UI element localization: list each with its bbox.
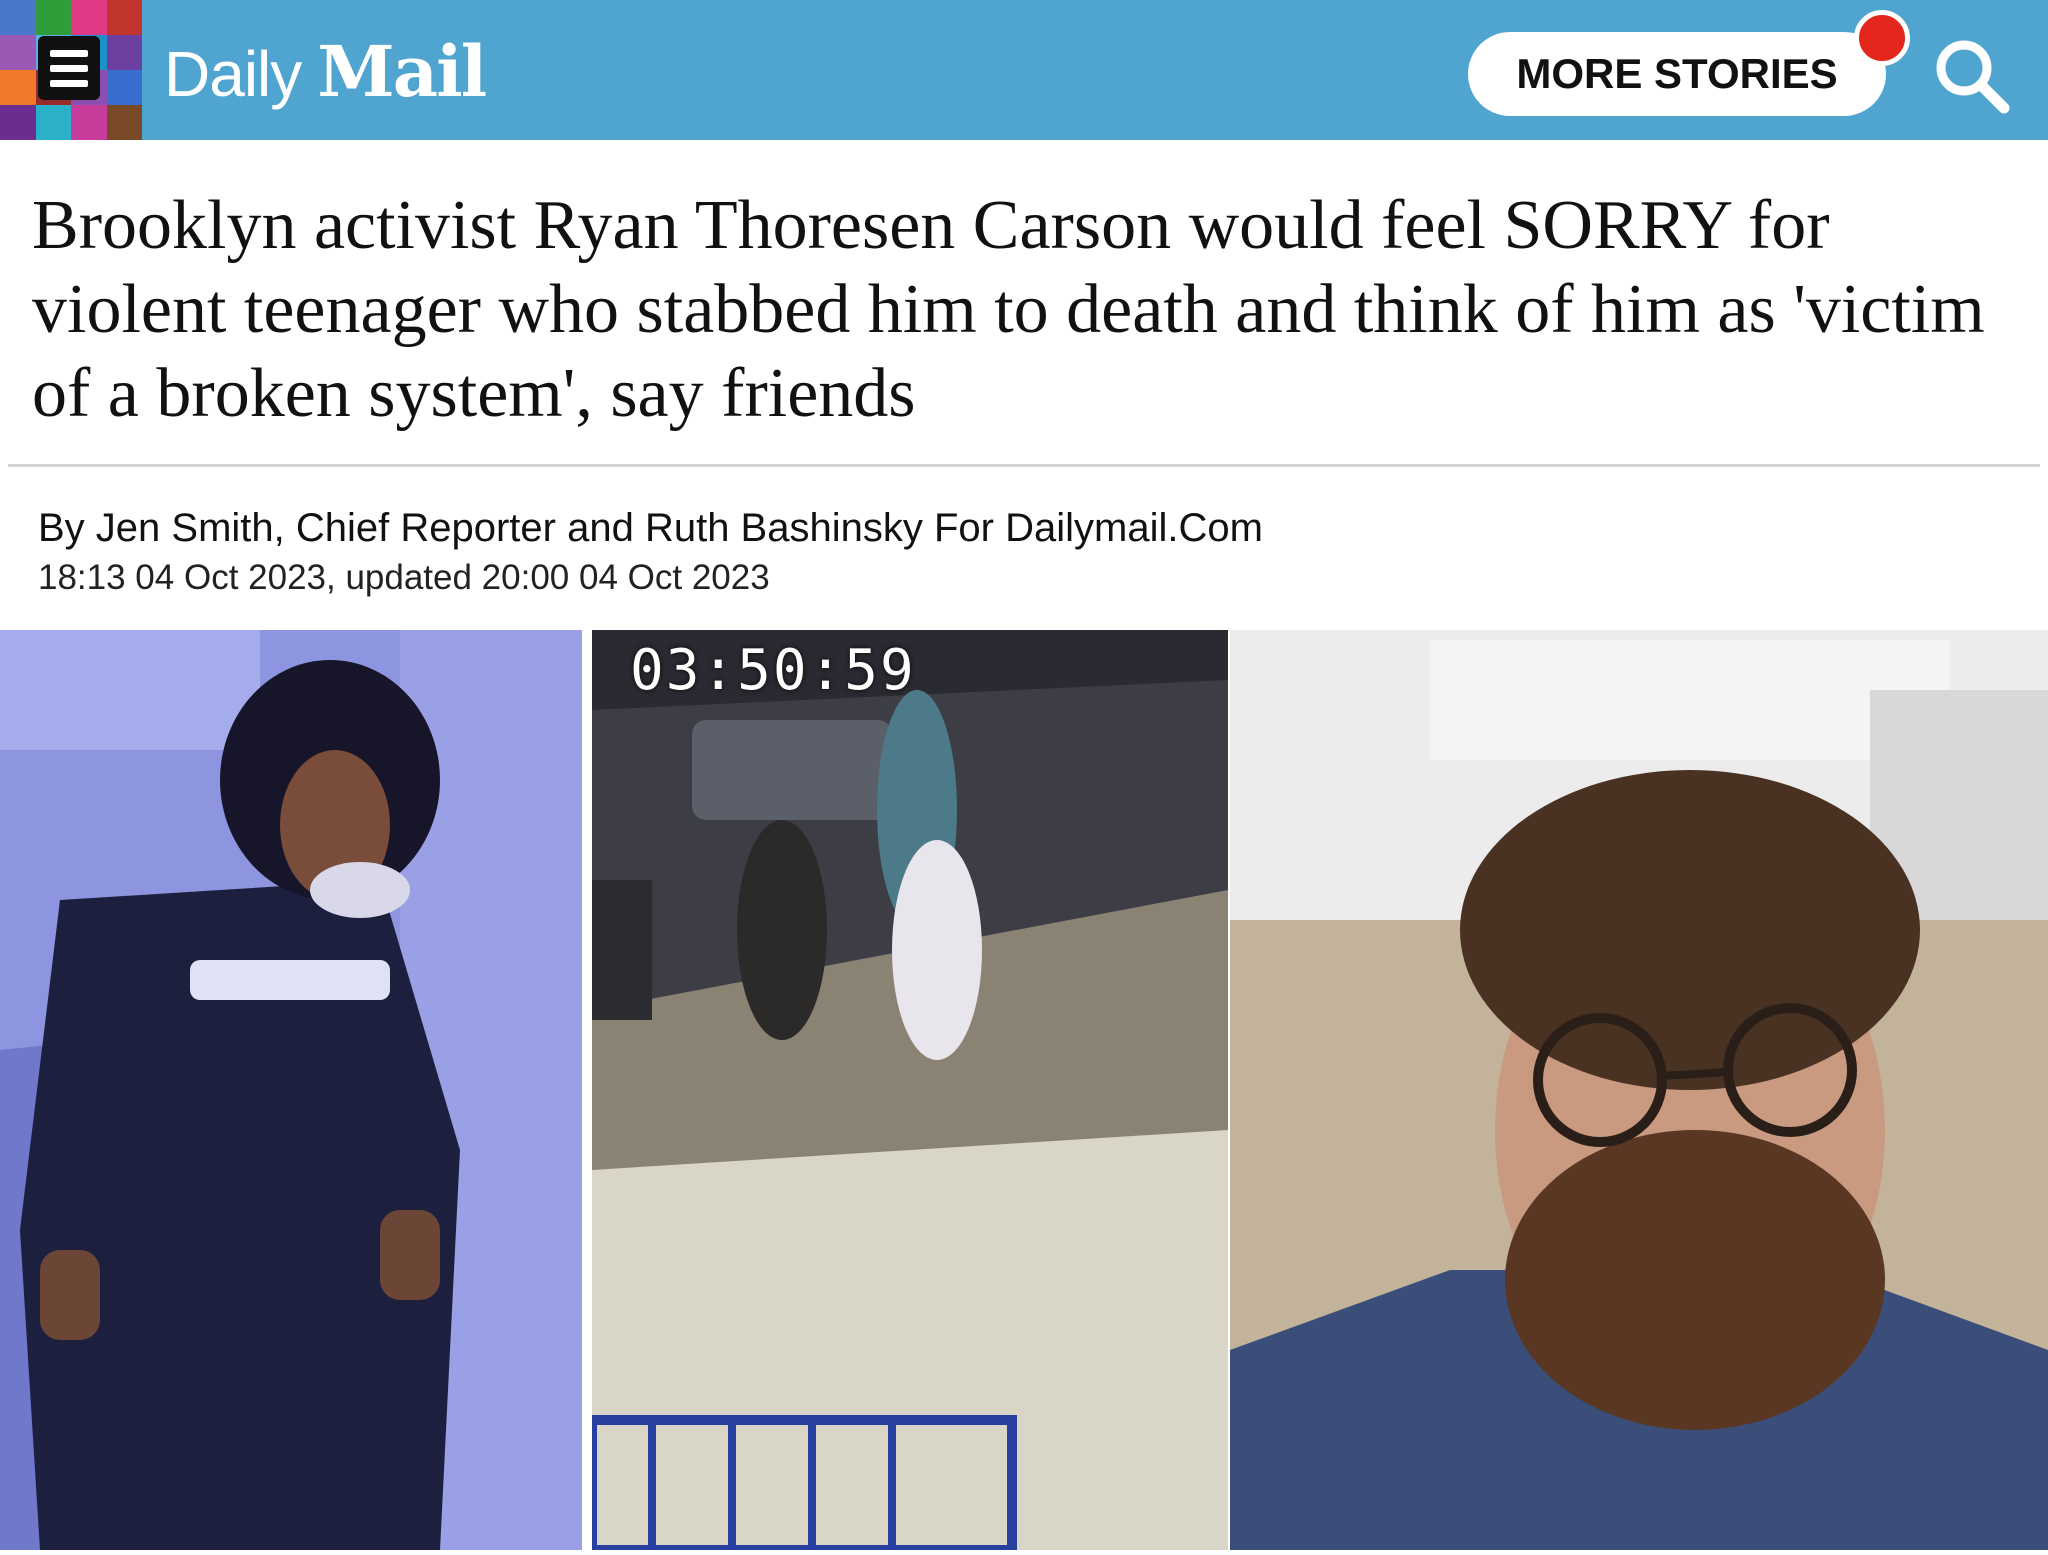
- logo-mosaic-tile: [0, 0, 36, 35]
- cctv-timestamp-overlay: 03:50:59: [630, 638, 916, 703]
- more-stories-button[interactable]: MORE STORIES: [1468, 32, 1886, 116]
- headline-divider: [8, 464, 2040, 467]
- site-header: Daily Mail MORE STORIES: [0, 0, 2048, 140]
- logo-mosaic-tile: [106, 70, 142, 105]
- site-logo[interactable]: Daily Mail: [164, 30, 487, 113]
- logo-mosaic-tile: [0, 35, 36, 70]
- article-image-strip[interactable]: 03:50:59: [0, 630, 2048, 1550]
- logo-mosaic-tile: [35, 105, 71, 140]
- logo-daily-text: Daily: [164, 38, 302, 110]
- article-headline: Brooklyn activist Ryan Thoresen Carson w…: [32, 187, 1985, 432]
- hamburger-menu-icon[interactable]: [38, 36, 100, 100]
- article-timestamp: 18:13 04 Oct 2023, updated 20:00 04 Oct …: [38, 558, 770, 597]
- logo-mosaic-tile: [0, 105, 36, 140]
- logo-mail-text: Mail: [317, 30, 487, 113]
- logo-mosaic-tile: [71, 105, 107, 140]
- notification-dot: [1854, 10, 1910, 66]
- logo-mosaic-tile: [0, 70, 36, 105]
- logo-mosaic-tile: [106, 0, 142, 35]
- logo-mosaic-tile: [35, 0, 71, 35]
- suspect-photo[interactable]: [0, 630, 582, 1550]
- cctv-footage-photo[interactable]: 03:50:59: [592, 630, 1228, 1550]
- logo-mosaic-tile: [106, 35, 142, 70]
- logo-mosaic-tile: [71, 0, 107, 35]
- search-icon[interactable]: [1930, 34, 2012, 116]
- logo-mosaic-tile: [106, 105, 142, 140]
- victim-portrait-photo[interactable]: [1230, 630, 2048, 1550]
- article-byline[interactable]: By Jen Smith, Chief Reporter and Ruth Ba…: [38, 506, 1263, 551]
